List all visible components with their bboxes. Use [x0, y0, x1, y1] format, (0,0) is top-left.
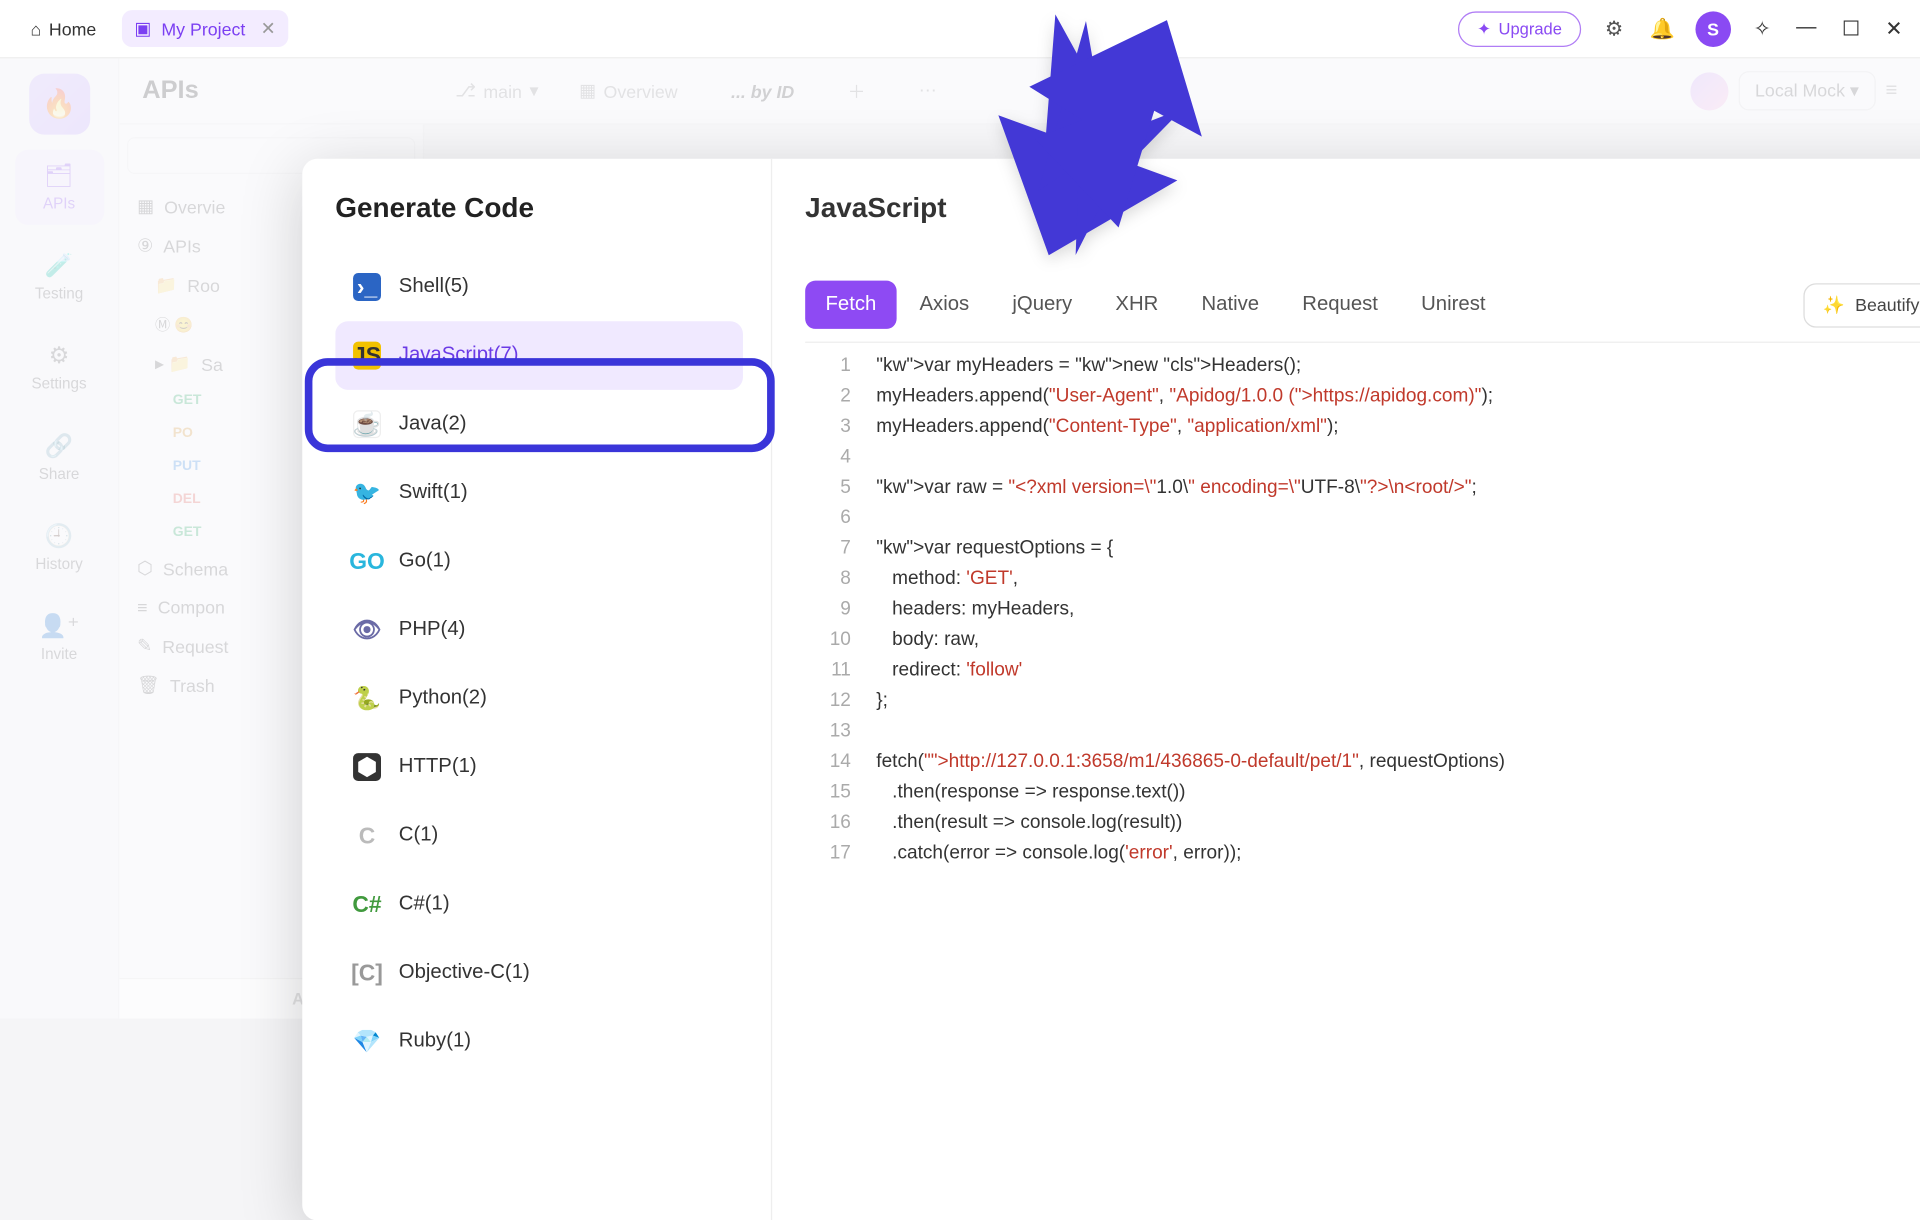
beautify-button[interactable]: ✨Beautify	[1804, 283, 1920, 327]
language-icon: JS	[353, 342, 381, 370]
settings-icon[interactable]: ⚙	[1599, 13, 1629, 43]
language-label: HTTP(1)	[399, 756, 477, 779]
language-label: Go(1)	[399, 550, 451, 573]
project-tab[interactable]: ▣ My Project ✕	[122, 10, 288, 47]
language-item-swift-[interactable]: 🐦 Swift(1)	[335, 458, 743, 527]
upgrade-button[interactable]: ✦ Upgrade	[1458, 11, 1581, 47]
selected-language-title: JavaScript	[805, 192, 946, 225]
language-item-ruby-[interactable]: 💎 Ruby(1)	[335, 1007, 743, 1076]
wand-icon: ✨	[1823, 294, 1845, 316]
language-icon: 💎	[353, 1027, 381, 1055]
language-label: PHP(4)	[399, 618, 466, 641]
language-label: Swift(1)	[399, 481, 468, 504]
client-tab-fetch[interactable]: Fetch	[805, 281, 896, 329]
close-window-icon[interactable]: ✕	[1885, 16, 1902, 41]
tutorial-arrow-overlay	[965, 3, 1206, 289]
bell-icon[interactable]: 🔔	[1647, 13, 1677, 43]
language-icon: ⬢	[353, 753, 381, 781]
code-panel: JavaScript ✕ FetchAxiosjQueryXHRNativeRe…	[772, 159, 1920, 1220]
language-label: C(1)	[399, 824, 439, 847]
modal-title: Generate Code	[335, 192, 750, 225]
maximize-icon[interactable]: ☐	[1842, 16, 1860, 41]
language-item-http-[interactable]: ⬢ HTTP(1)	[335, 733, 743, 802]
language-label: Ruby(1)	[399, 1030, 471, 1053]
language-icon: 🐦	[353, 479, 381, 507]
language-label: JavaScript(7)	[399, 344, 519, 367]
language-item-objective-c-[interactable]: [C] Objective-C(1)	[335, 939, 743, 1008]
code-content: "kw">var myHeaders = "kw">new "cls">Head…	[866, 343, 1920, 1195]
language-item-python-[interactable]: 🐍 Python(2)	[335, 664, 743, 733]
language-item-php-[interactable]: 👁 PHP(4)	[335, 596, 743, 665]
language-icon: C#	[353, 890, 381, 918]
language-label: Shell(5)	[399, 276, 469, 299]
language-icon: ☕	[353, 410, 381, 438]
titlebar: ⌂ Home ▣ My Project ✕ ✦ Upgrade ⚙ 🔔 S ✧ …	[0, 0, 1920, 58]
language-label: Python(2)	[399, 687, 487, 710]
close-tab-icon[interactable]: ✕	[261, 18, 276, 40]
language-item-javascript-[interactable]: JS JavaScript(7)	[335, 321, 743, 390]
language-label: Objective-C(1)	[399, 961, 530, 984]
code-editor[interactable]: 1234567891011121314151617 "kw">var myHea…	[805, 342, 1920, 1195]
language-icon: 🐍	[353, 685, 381, 713]
upgrade-label: Upgrade	[1499, 19, 1562, 38]
minimize-icon[interactable]: —	[1796, 16, 1816, 41]
project-icon: ▣	[134, 18, 151, 40]
language-label: Java(2)	[399, 413, 467, 436]
project-tab-label: My Project	[161, 18, 245, 38]
language-list: ›_ Shell(5) JS JavaScript(7) ☕ Java(2) 🐦 Swift(…	[335, 253, 750, 1200]
language-label: C#(1)	[399, 893, 450, 916]
language-icon: C	[353, 822, 381, 850]
avatar[interactable]: S	[1695, 11, 1731, 47]
language-item-c-[interactable]: C C(1)	[335, 801, 743, 870]
home-label: Home	[49, 18, 96, 38]
language-icon: 👁	[353, 616, 381, 644]
language-icon: [C]	[353, 959, 381, 987]
language-item-c-[interactable]: C# C#(1)	[335, 870, 743, 939]
sparkle-icon: ✦	[1477, 18, 1491, 38]
home-icon: ⌂	[30, 18, 41, 38]
language-item-go-[interactable]: GO Go(1)	[335, 527, 743, 596]
line-gutter: 1234567891011121314151617	[805, 343, 866, 1195]
language-item-java-[interactable]: ☕ Java(2)	[335, 390, 743, 459]
pin-icon[interactable]: ✧	[1754, 16, 1771, 41]
language-sidebar: Generate Code ›_ Shell(5) JS JavaScript(7) ☕…	[302, 159, 772, 1220]
client-tab-unirest[interactable]: Unirest	[1401, 281, 1506, 329]
language-icon: ›_	[353, 273, 381, 301]
generate-code-modal: Generate Code ›_ Shell(5) JS JavaScript(7) ☕…	[302, 159, 1920, 1220]
client-tab-request[interactable]: Request	[1282, 281, 1398, 329]
language-item-shell-[interactable]: ›_ Shell(5)	[335, 253, 743, 322]
language-icon: GO	[353, 547, 381, 575]
home-button[interactable]: ⌂ Home	[18, 11, 109, 47]
